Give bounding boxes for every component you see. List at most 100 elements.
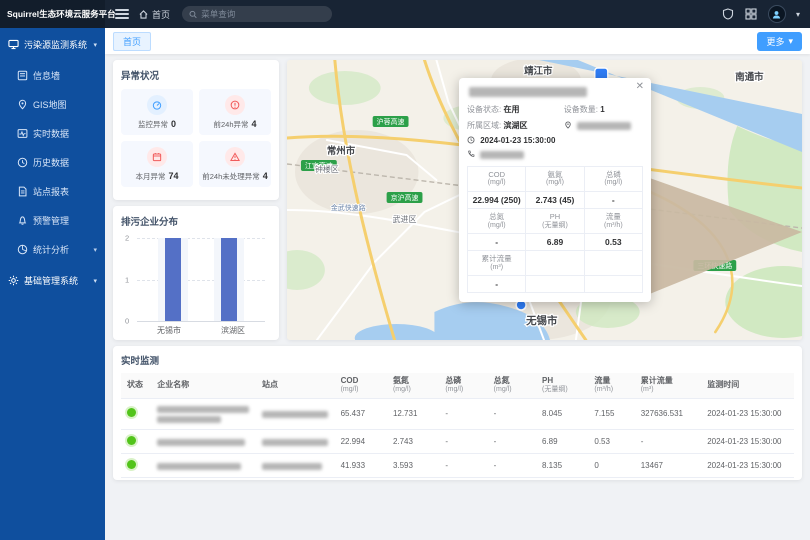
y-tick: 2 xyxy=(125,234,129,243)
popup-val-cod: 22.994 (250) xyxy=(468,192,526,209)
popup-col-tp: 总磷(mg/l) xyxy=(584,167,642,192)
hamburger-icon[interactable] xyxy=(115,9,129,19)
sidebar-item-site-report[interactable]: 站点报表 xyxy=(0,177,105,206)
tile-24h-unhandled-abnormal[interactable]: 前24h未处理异常4 xyxy=(199,141,271,187)
empty-cell xyxy=(526,276,584,293)
popup-val-ph: 6.89 xyxy=(526,234,584,251)
device-count-value: 1 xyxy=(600,105,604,114)
sidebar-item-label: 信息墙 xyxy=(33,69,60,82)
chevron-down-icon: ▾ xyxy=(93,246,97,254)
search-input[interactable] xyxy=(201,9,325,19)
gis-map[interactable]: 沪蓉高速 江宜高速 京沪高速 三环快速路 金武快速路 靖江市 南通市 常州市 钟… xyxy=(287,60,802,340)
bar-binhu[interactable] xyxy=(221,238,237,321)
popup-col-total-flow: 累计流量(m³) xyxy=(468,251,526,276)
more-button-label: 更多 xyxy=(766,35,784,48)
grid-icon[interactable] xyxy=(745,8,758,21)
bar-chart: 2 1 0 xyxy=(137,238,265,322)
sidebar-item-gis-map[interactable]: GIS地图 xyxy=(0,90,105,119)
tab-home[interactable]: 首页 xyxy=(113,32,151,51)
region-label: 所属区域: xyxy=(467,121,501,130)
redacted-company xyxy=(157,463,241,470)
sidebar-item-label: 站点报表 xyxy=(33,185,69,198)
close-icon[interactable]: ✕ xyxy=(636,81,644,92)
home-icon xyxy=(139,10,148,19)
sidebar-item-realtime-data[interactable]: 实时数据 xyxy=(0,119,105,148)
empty-cell xyxy=(584,276,642,293)
redacted-site xyxy=(262,411,328,418)
topbar-actions: ▾ xyxy=(722,5,810,23)
gridline xyxy=(137,238,265,239)
document-icon xyxy=(17,186,28,197)
gridline xyxy=(137,280,265,281)
x-tick: 无锡市 xyxy=(137,325,201,336)
gauge-icon xyxy=(147,95,167,115)
sidebar-root2-label: 基础管理系统 xyxy=(24,274,78,287)
popup-val-flow: 0.53 xyxy=(584,234,642,251)
sidebar-item-label: 历史数据 xyxy=(33,156,69,169)
bell-icon xyxy=(17,215,28,226)
sidebar: 污染源监测系统 ▾ 信息墙 GIS地图 实时数据 历史数据 站点报表 预警管理 … xyxy=(0,28,105,540)
abnormal-status-card: 异常状况 监控异常0 前24h异常4 xyxy=(113,60,279,200)
sidebar-item-label: GIS地图 xyxy=(33,98,67,111)
breadcrumb-home[interactable]: 首页 xyxy=(152,8,170,21)
y-tick: 0 xyxy=(125,317,129,326)
x-tick: 滨湖区 xyxy=(201,325,265,336)
svg-text:常州市: 常州市 xyxy=(327,145,356,157)
table-row[interactable]: 65.437 12.731 - - 8.045 7.155 327636.531… xyxy=(121,398,794,429)
map-road-label: 金武快速路 xyxy=(331,203,366,212)
app-logo: Squirrel生态环境云服务平台 xyxy=(0,0,105,28)
shield-icon[interactable] xyxy=(722,8,735,21)
svg-text:京沪高速: 京沪高速 xyxy=(391,193,419,202)
tile-monitor-abnormal[interactable]: 监控异常0 xyxy=(121,89,193,135)
top-bar: Squirrel生态环境云服务平台 首页 ▾ xyxy=(0,0,810,28)
chevron-down-icon[interactable]: ▾ xyxy=(796,10,800,19)
phone-icon xyxy=(467,150,475,158)
popup-val-tn: - xyxy=(468,234,526,251)
gear-icon xyxy=(8,275,19,286)
monitor-header-row: 状态 企业名称 站点 COD(mg/l) 氨氮(mg/l) 总磷(mg/l) 总… xyxy=(121,373,794,398)
svg-text:沪蓉高速: 沪蓉高速 xyxy=(377,117,405,126)
bar-wuxi[interactable] xyxy=(165,238,181,321)
board-icon xyxy=(17,70,28,81)
chevron-down-icon: ▾ xyxy=(93,277,97,285)
sidebar-root-base-management[interactable]: 基础管理系统 ▾ xyxy=(0,264,105,297)
popup-val-total-flow: - xyxy=(468,276,526,293)
popup-col-flow: 流量(m³/h) xyxy=(584,209,642,234)
redacted-address xyxy=(577,122,631,130)
tile-24h-abnormal[interactable]: 前24h异常4 xyxy=(199,89,271,135)
redacted-company xyxy=(157,416,221,423)
tile-month-abnormal[interactable]: 本月异常74 xyxy=(121,141,193,187)
pie-chart-icon xyxy=(17,244,28,255)
dashboard-content: 异常状况 监控异常0 前24h异常4 xyxy=(105,54,810,540)
table-row[interactable]: 22.994 2.743 - - 6.89 0.53 - 2024-01-23 … xyxy=(121,430,794,454)
popup-val-tp: - xyxy=(584,192,642,209)
location-pin-icon xyxy=(564,121,572,129)
alert-icon xyxy=(225,147,245,167)
empty-cell xyxy=(526,251,584,276)
device-count-label: 设备数量: xyxy=(564,105,598,114)
svg-text:南通市: 南通市 xyxy=(735,71,764,83)
menu-search[interactable] xyxy=(182,6,332,22)
sidebar-item-alert-management[interactable]: 预警管理 xyxy=(0,206,105,235)
redacted-company xyxy=(157,406,249,413)
chart-title: 排污企业分布 xyxy=(121,214,271,228)
abnormal-status-title: 异常状况 xyxy=(121,68,271,82)
sidebar-item-info-wall[interactable]: 信息墙 xyxy=(0,61,105,90)
svg-text:武进区: 武进区 xyxy=(393,214,417,224)
user-avatar[interactable] xyxy=(768,5,786,23)
pulse-icon xyxy=(17,128,28,139)
sidebar-item-history-data[interactable]: 历史数据 xyxy=(0,148,105,177)
table-row[interactable]: 41.933 3.593 - - 8.135 0 13467 2024-01-2… xyxy=(121,454,794,478)
sidebar-item-label: 统计分析 xyxy=(33,243,69,256)
monitor-icon xyxy=(8,39,19,50)
main-area: 首页 更多 ▾ 异常状况 监控异常0 前24h异常4 xyxy=(105,28,810,540)
svg-text:靖江市: 靖江市 xyxy=(524,65,553,77)
more-button[interactable]: 更多 ▾ xyxy=(757,32,802,51)
sidebar-root-pollution-monitoring[interactable]: 污染源监测系统 ▾ xyxy=(0,28,105,61)
breadcrumb[interactable]: 首页 xyxy=(139,8,170,21)
calendar-icon xyxy=(147,147,167,167)
map-pin-icon xyxy=(17,99,28,110)
popup-col-cod: COD(mg/l) xyxy=(468,167,526,192)
sidebar-item-statistics[interactable]: 统计分析 ▾ xyxy=(0,235,105,264)
region-value: 滨湖区 xyxy=(503,121,527,130)
